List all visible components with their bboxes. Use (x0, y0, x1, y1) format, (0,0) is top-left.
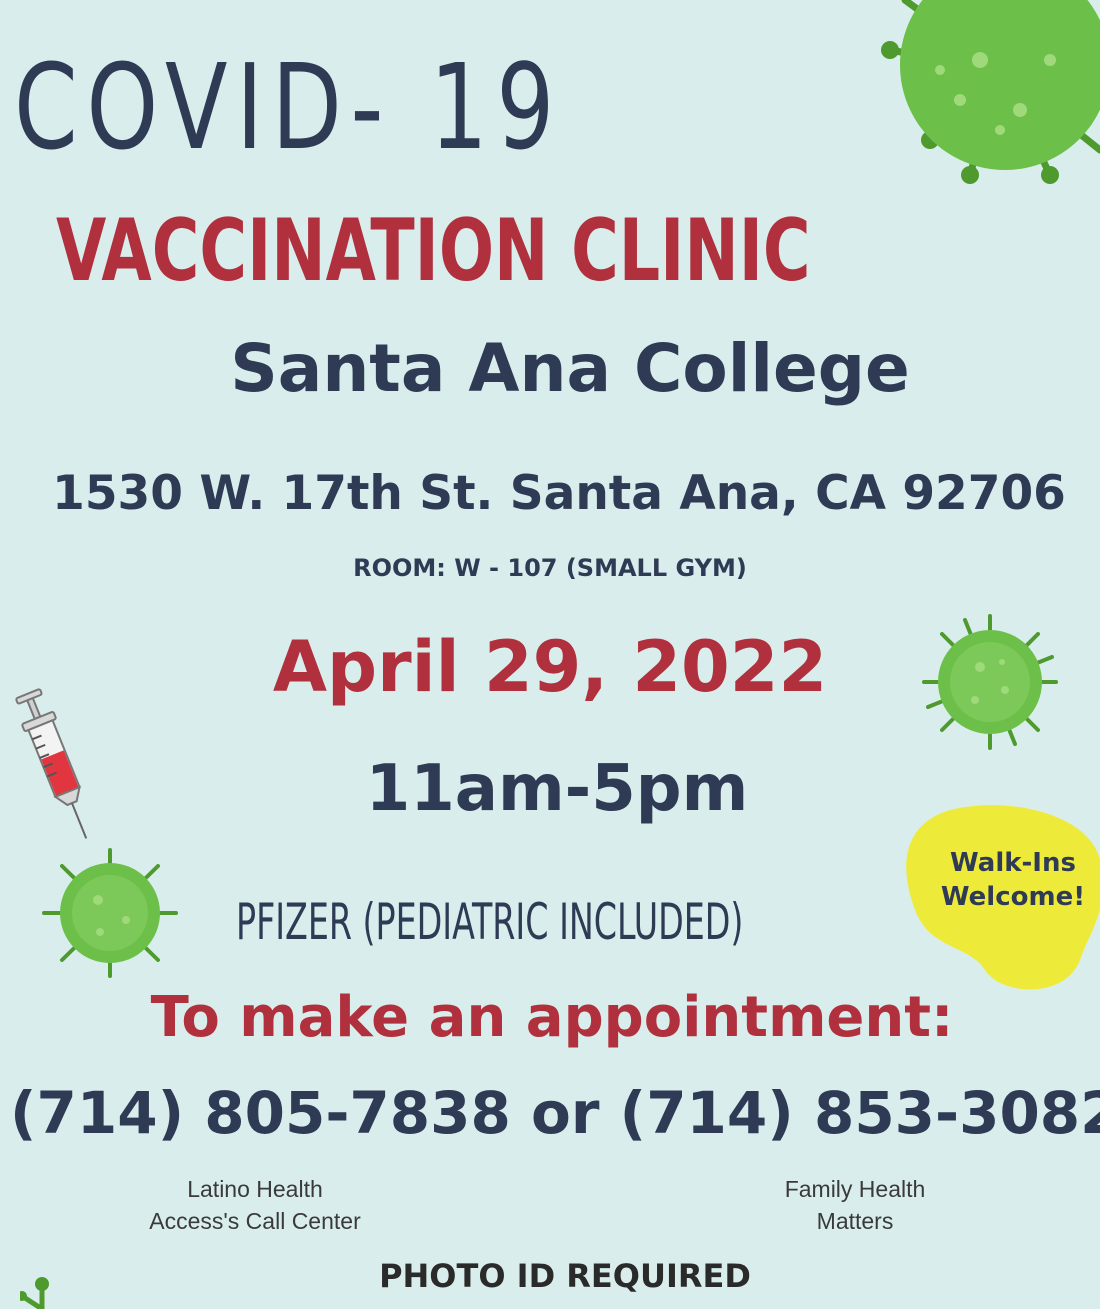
contact-2-line-2: Matters (816, 1208, 894, 1234)
badge-line-1: Walk-Ins (950, 848, 1076, 878)
contact-latino-health: Latino Health Access's Call Center (130, 1173, 380, 1237)
appointment-phones: (714) 805-7838 or (714) 853-3082 (10, 1079, 1100, 1147)
vaccine-type: PFIZER (PEDIATRIC INCLUDED) (236, 893, 744, 951)
location-room: ROOM: W - 107 (SMALL GYM) (353, 554, 747, 582)
title-vaccination-clinic: VACCINATION CLINIC (56, 201, 811, 301)
walk-ins-badge: Walk-Ins Welcome! (928, 846, 1098, 914)
virus-icon-top-right (881, 0, 1100, 184)
badge-line-2: Welcome! (940, 882, 1086, 912)
location-address: 1530 W. 17th St. Santa Ana, CA 92706 (52, 466, 1066, 521)
event-date: April 29, 2022 (272, 626, 828, 708)
virus-icon-left (42, 848, 178, 978)
appointment-heading: To make an appointment: (150, 985, 954, 1050)
title-covid: COVID- 19 (14, 38, 563, 176)
location-name: Santa Ana College (230, 330, 910, 407)
photo-id-notice: PHOTO ID REQUIRED (379, 1257, 751, 1295)
contact-1-line-2: Access's Call Center (149, 1208, 361, 1234)
event-hours: 11am-5pm (365, 752, 749, 826)
contact-1-line-1: Latino Health (187, 1176, 323, 1202)
contact-2-line-1: Family Health (784, 1176, 926, 1202)
contact-family-health: Family Health Matters (740, 1173, 970, 1237)
